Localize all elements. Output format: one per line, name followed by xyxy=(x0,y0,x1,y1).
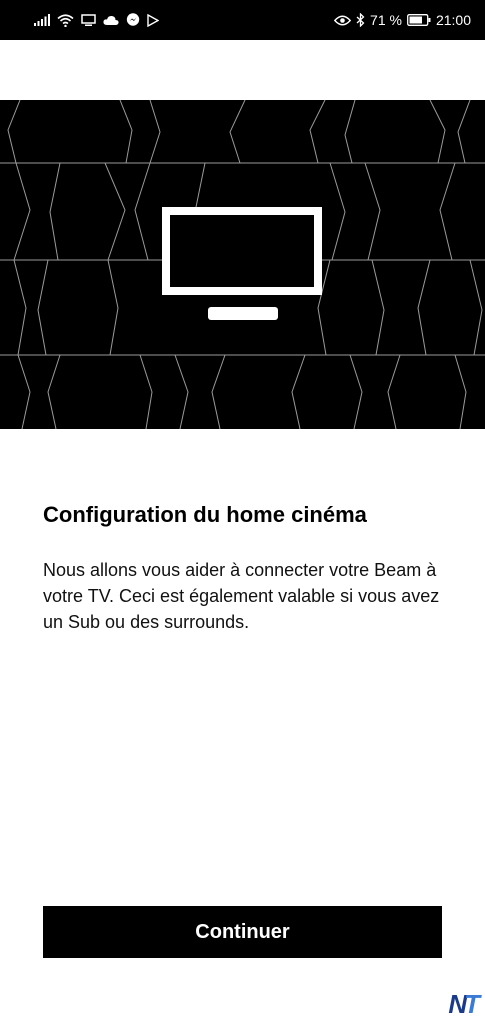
page-title: Configuration du home cinéma xyxy=(43,502,367,527)
cloud-icon xyxy=(103,15,119,26)
battery-percent: 71 % xyxy=(370,12,402,28)
battery-icon xyxy=(407,14,431,26)
nt-watermark-logo: NT xyxy=(448,989,480,1020)
screen-cast-icon xyxy=(81,14,96,26)
messenger-icon xyxy=(126,13,140,27)
status-time: 21:00 xyxy=(435,12,471,28)
status-bar: 71 % 21:00 xyxy=(0,0,485,40)
bluetooth-icon xyxy=(356,13,365,27)
eye-icon xyxy=(334,15,352,26)
tv-icon xyxy=(162,207,322,320)
signal-icon xyxy=(34,14,50,26)
hero-image xyxy=(0,100,485,429)
wifi-icon xyxy=(57,13,74,27)
status-left-icons xyxy=(34,13,159,27)
continue-button[interactable]: Continuer xyxy=(43,906,442,958)
status-right-icons: 71 % 21:00 xyxy=(334,12,471,28)
play-store-icon xyxy=(147,13,159,27)
page-description: Nous allons vous aider à connecter votre… xyxy=(43,560,440,632)
watermark-letter-n: N xyxy=(448,989,467,1019)
watermark-letter-t: T xyxy=(464,989,480,1019)
